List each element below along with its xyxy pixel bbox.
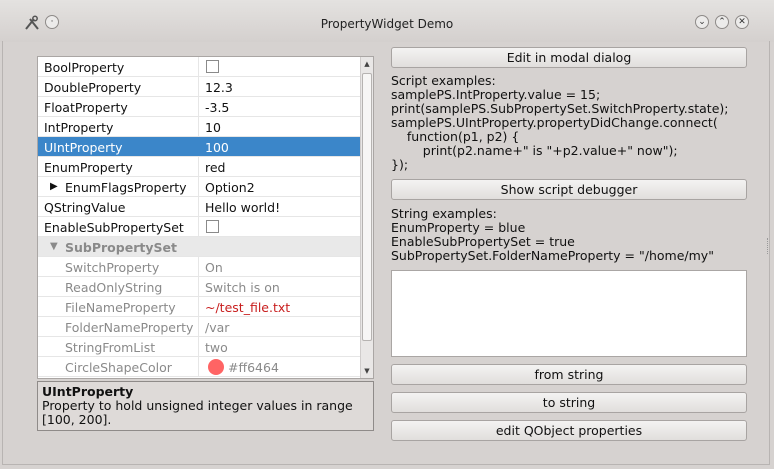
tree-row-switchproperty[interactable]: SwitchProperty On bbox=[38, 257, 361, 277]
tree-row-floatproperty[interactable]: FloatProperty -3.5 bbox=[38, 97, 361, 117]
property-value: #ff6464 bbox=[228, 360, 279, 375]
property-tree[interactable]: BoolProperty DoubleProperty 12.3 FloatPr… bbox=[37, 56, 374, 379]
string-examples-text: String examples: EnumProperty = blue Ena… bbox=[391, 206, 714, 263]
property-value: ~/test_file.txt bbox=[205, 300, 291, 315]
minimize-button[interactable]: ⌄ bbox=[695, 15, 709, 29]
bool-checkbox[interactable] bbox=[206, 60, 219, 73]
property-value: 10 bbox=[205, 120, 221, 135]
color-swatch bbox=[208, 359, 224, 375]
property-value: 100 bbox=[205, 140, 229, 155]
property-name: UIntProperty bbox=[44, 140, 123, 155]
splitter-handle[interactable] bbox=[767, 238, 771, 254]
chevron-up-icon: ⌃ bbox=[718, 16, 726, 27]
property-value: /var bbox=[205, 320, 230, 335]
tree-row-uintproperty[interactable]: UIntProperty 100 bbox=[38, 137, 361, 157]
tree-scrollbar[interactable]: ▲ ▼ bbox=[360, 57, 373, 378]
property-description: UIntProperty Property to hold unsigned i… bbox=[37, 381, 374, 431]
property-name: FileNameProperty bbox=[65, 300, 176, 315]
description-title: UIntProperty bbox=[42, 384, 134, 399]
property-name: BoolProperty bbox=[44, 60, 125, 75]
tree-row-enablesubpropertyset[interactable]: EnableSubPropertySet bbox=[38, 217, 361, 237]
group-name: SubPropertySet bbox=[65, 240, 177, 255]
property-name: FloatProperty bbox=[44, 100, 128, 115]
script-examples-text: Script examples: samplePS.IntProperty.va… bbox=[391, 73, 729, 172]
tree-row-qstringvalue[interactable]: QStringValue Hello world! bbox=[38, 197, 361, 217]
tree-row-filenameproperty[interactable]: FileNameProperty ~/test_file.txt bbox=[38, 297, 361, 317]
expand-arrow-icon[interactable]: ▶ bbox=[50, 181, 58, 192]
tree-row-subpropertyset[interactable]: ▼ SubPropertySet bbox=[38, 237, 361, 257]
property-name: QStringValue bbox=[44, 200, 126, 215]
scroll-up-icon[interactable]: ▲ bbox=[362, 58, 372, 70]
tree-row-boolproperty[interactable]: BoolProperty bbox=[38, 57, 361, 77]
close-button[interactable]: ✕ bbox=[735, 15, 749, 29]
property-value: On bbox=[205, 260, 223, 275]
property-name: StringFromList bbox=[65, 340, 156, 355]
tree-row-intproperty[interactable]: IntProperty 10 bbox=[38, 117, 361, 137]
tree-row-stringfromlist[interactable]: StringFromList two bbox=[38, 337, 361, 357]
tree-row-enumflagsproperty[interactable]: ▶ EnumFlagsProperty Option2 bbox=[38, 177, 361, 197]
property-value: Switch is on bbox=[205, 280, 280, 295]
tree-row-foldernameproperty[interactable]: FolderNameProperty /var bbox=[38, 317, 361, 337]
property-name: ReadOnlyString bbox=[65, 280, 163, 295]
to-string-button[interactable]: to string bbox=[391, 392, 747, 413]
scroll-down-icon[interactable]: ▼ bbox=[362, 365, 372, 377]
tree-row-doubleproperty[interactable]: DoubleProperty 12.3 bbox=[38, 77, 361, 97]
property-value: two bbox=[205, 340, 228, 355]
property-name: IntProperty bbox=[44, 120, 114, 135]
property-value: Option2 bbox=[205, 180, 255, 195]
enable-subpropertyset-checkbox[interactable] bbox=[206, 220, 219, 233]
scrollbar-thumb[interactable] bbox=[362, 73, 372, 341]
property-name: FolderNameProperty bbox=[65, 320, 194, 335]
property-name: DoubleProperty bbox=[44, 80, 142, 95]
chevron-down-icon: ⌄ bbox=[698, 16, 706, 27]
property-name: EnumProperty bbox=[44, 160, 133, 175]
collapse-arrow-icon[interactable]: ▼ bbox=[50, 241, 58, 252]
edit-qobject-button[interactable]: edit QObject properties bbox=[391, 420, 747, 441]
window-title: PropertyWidget Demo bbox=[320, 17, 454, 31]
tree-row-enumproperty[interactable]: EnumProperty red bbox=[38, 157, 361, 177]
property-value: 12.3 bbox=[205, 80, 233, 95]
property-value: Hello world! bbox=[205, 200, 281, 215]
string-input-area[interactable] bbox=[391, 270, 747, 357]
show-debugger-button[interactable]: Show script debugger bbox=[391, 179, 747, 200]
tree-row-readonlystring[interactable]: ReadOnlyString Switch is on bbox=[38, 277, 361, 297]
property-name: EnableSubPropertySet bbox=[44, 220, 184, 235]
from-string-button[interactable]: from string bbox=[391, 364, 747, 385]
property-name: EnumFlagsProperty bbox=[65, 180, 187, 195]
close-icon: ✕ bbox=[738, 16, 746, 27]
property-name: SwitchProperty bbox=[65, 260, 160, 275]
title-bar: · PropertyWidget Demo ⌄ ⌃ ✕ bbox=[0, 0, 774, 42]
edit-modal-button[interactable]: Edit in modal dialog bbox=[391, 47, 747, 68]
maximize-button[interactable]: ⌃ bbox=[715, 15, 729, 29]
property-value: -3.5 bbox=[205, 100, 230, 115]
tree-row-circleshapecolor[interactable]: CircleShapeColor #ff6464 bbox=[38, 357, 361, 377]
description-text: Property to hold unsigned integer values… bbox=[42, 398, 353, 427]
property-name: CircleShapeColor bbox=[65, 360, 172, 375]
property-value: red bbox=[205, 160, 226, 175]
